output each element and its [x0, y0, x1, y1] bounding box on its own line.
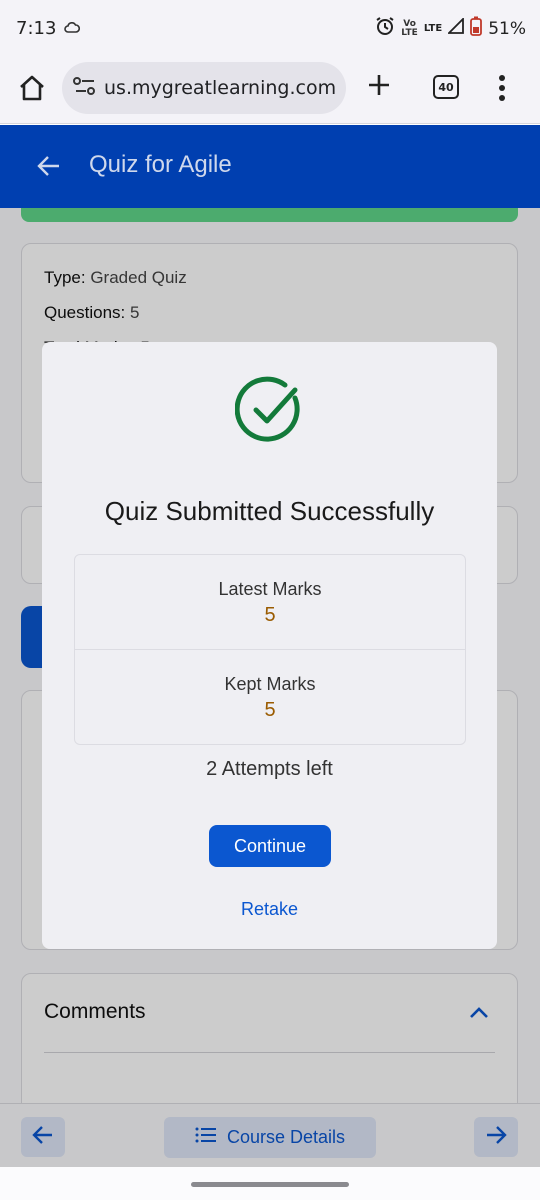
latest-marks-row: Latest Marks 5	[75, 555, 465, 650]
network-type: LTE	[423, 23, 443, 34]
status-bar: 7:13 Vo LTE LTE 51%	[0, 0, 540, 58]
gesture-bar	[0, 1167, 540, 1200]
continue-button[interactable]: Continue	[209, 825, 331, 867]
submission-dialog: Quiz Submitted Successfully Latest Marks…	[42, 342, 497, 949]
volte-indicator: Vo LTE	[401, 19, 418, 38]
battery-percent: 51%	[488, 18, 526, 39]
cloud-icon	[64, 20, 81, 39]
latest-marks-value: 5	[264, 604, 276, 626]
more-menu-icon[interactable]	[498, 74, 506, 106]
retake-button[interactable]: Retake	[42, 899, 497, 920]
alarm-icon	[375, 16, 395, 41]
kept-marks-value: 5	[264, 699, 276, 721]
dialog-title: Quiz Submitted Successfully	[104, 496, 435, 526]
back-arrow-icon[interactable]	[36, 153, 62, 183]
page-title: Quiz for Agile	[89, 151, 232, 178]
volte-bottom-text: LTE	[401, 27, 418, 38]
url-text: us.mygreatlearning.com	[104, 77, 337, 99]
status-time: 7:13	[16, 18, 57, 39]
site-settings-icon[interactable]	[72, 76, 98, 100]
gesture-handle[interactable]	[191, 1182, 349, 1187]
marks-summary: Latest Marks 5 Kept Marks 5	[74, 554, 466, 745]
battery-icon	[470, 16, 483, 41]
latest-marks-label: Latest Marks	[218, 579, 322, 599]
kept-marks-label: Kept Marks	[224, 674, 316, 694]
signal-icon	[447, 16, 465, 39]
check-circle-icon	[234, 376, 305, 450]
new-tab-icon[interactable]	[366, 72, 392, 102]
kept-marks-row: Kept Marks 5	[75, 650, 465, 745]
attempts-left-text: 2 Attempts left	[206, 758, 333, 780]
home-icon[interactable]	[18, 74, 46, 106]
browser-toolbar: us.mygreatlearning.com 40	[0, 58, 540, 124]
app-header: Quiz for Agile	[0, 125, 540, 208]
tab-switcher-button[interactable]: 40	[433, 75, 459, 99]
address-bar[interactable]: us.mygreatlearning.com	[62, 62, 346, 114]
